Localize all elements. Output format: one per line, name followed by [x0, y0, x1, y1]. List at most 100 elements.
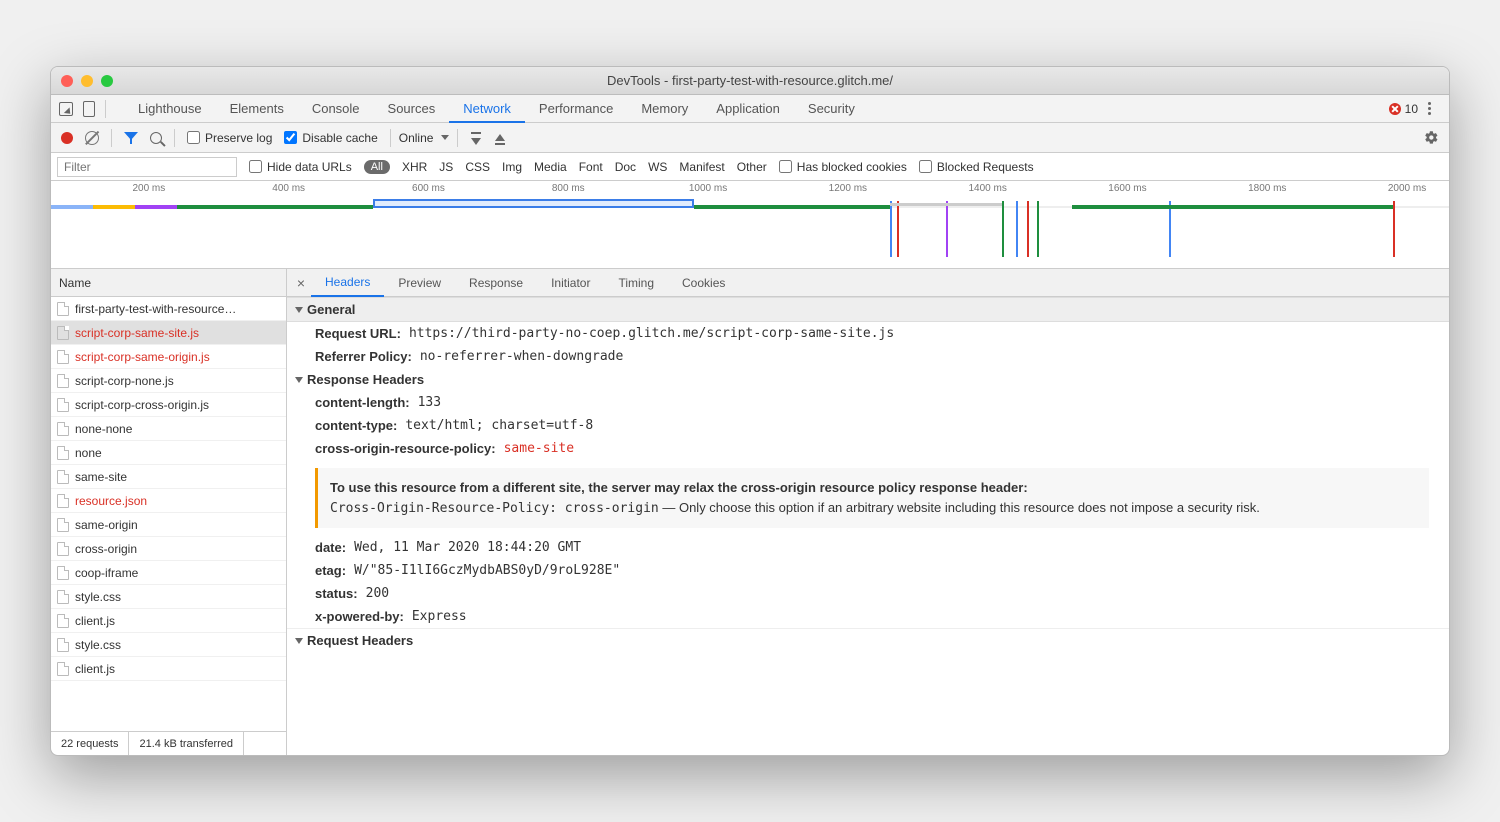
general-referrer-policy: Referrer Policy: no-referrer-when-downgr… [287, 345, 1449, 368]
file-icon [57, 470, 69, 484]
timeline-overview[interactable]: 200 ms 400 ms 600 ms 800 ms 1000 ms 1200… [51, 181, 1449, 269]
dtab-cookies[interactable]: Cookies [668, 269, 739, 296]
resp-content-type: content-type: text/html; charset=utf-8 [287, 414, 1449, 437]
request-row[interactable]: script-corp-same-origin.js [51, 345, 286, 369]
request-row-label: none-none [75, 422, 132, 436]
preserve-log-checkbox[interactable]: Preserve log [187, 131, 272, 145]
error-icon [1389, 103, 1401, 115]
search-icon[interactable] [150, 132, 162, 144]
close-window-button[interactable] [61, 75, 73, 87]
main-tabs: Lighthouse Elements Console Sources Netw… [51, 95, 1449, 123]
dtab-preview[interactable]: Preview [384, 269, 455, 296]
tab-elements[interactable]: Elements [216, 95, 298, 122]
request-list-header[interactable]: Name [51, 269, 286, 297]
request-row[interactable]: none-none [51, 417, 286, 441]
file-icon [57, 590, 69, 604]
filter-type-img[interactable]: Img [502, 160, 522, 174]
filter-type-other[interactable]: Other [737, 160, 767, 174]
request-row[interactable]: script-corp-none.js [51, 369, 286, 393]
throttle-value: Online [399, 131, 434, 145]
section-request-headers[interactable]: Request Headers [287, 628, 1449, 652]
filter-type-doc[interactable]: Doc [615, 160, 636, 174]
corp-notice-code: Cross-Origin-Resource-Policy: cross-orig… [330, 501, 659, 516]
filter-type-font[interactable]: Font [579, 160, 603, 174]
timeline-tick: 400 ms [272, 183, 305, 194]
filter-type-manifest[interactable]: Manifest [679, 160, 724, 174]
tab-network[interactable]: Network [449, 96, 525, 123]
tab-lighthouse[interactable]: Lighthouse [124, 95, 216, 122]
request-row[interactable]: coop-iframe [51, 561, 286, 585]
dtab-initiator[interactable]: Initiator [537, 269, 604, 296]
request-row[interactable]: same-origin [51, 513, 286, 537]
tab-console[interactable]: Console [298, 95, 374, 122]
timeline-selection[interactable] [373, 199, 695, 208]
tab-application[interactable]: Application [702, 95, 794, 122]
hide-data-urls-checkbox[interactable]: Hide data URLs [249, 160, 352, 174]
filter-type-ws[interactable]: WS [648, 160, 667, 174]
request-row[interactable]: client.js [51, 609, 286, 633]
tab-performance[interactable]: Performance [525, 95, 627, 122]
minimize-window-button[interactable] [81, 75, 93, 87]
has-blocked-cookies-checkbox[interactable]: Has blocked cookies [779, 160, 907, 174]
request-row[interactable]: client.js [51, 657, 286, 681]
file-icon [57, 326, 69, 340]
blocked-requests-checkbox[interactable]: Blocked Requests [919, 160, 1034, 174]
dtab-response[interactable]: Response [455, 269, 537, 296]
record-button[interactable] [61, 132, 73, 144]
timeline-tick: 1000 ms [689, 183, 727, 194]
request-rows: first-party-test-with-resource… script-co… [51, 297, 286, 731]
timeline-tick: 800 ms [552, 183, 585, 194]
filter-type-media[interactable]: Media [534, 160, 567, 174]
request-row[interactable]: style.css [51, 633, 286, 657]
filter-toggle-icon[interactable] [124, 132, 138, 144]
filter-type-css[interactable]: CSS [465, 160, 490, 174]
zoom-window-button[interactable] [101, 75, 113, 87]
request-row[interactable]: script-corp-cross-origin.js [51, 393, 286, 417]
request-row[interactable]: cross-origin [51, 537, 286, 561]
request-row-label: first-party-test-with-resource… [75, 302, 236, 316]
close-detail-button[interactable]: × [291, 275, 311, 291]
request-row[interactable]: none [51, 441, 286, 465]
device-toggle-icon[interactable] [83, 101, 95, 117]
throttle-select[interactable]: Online [390, 129, 459, 147]
file-icon [57, 422, 69, 436]
filter-type-js[interactable]: JS [439, 160, 453, 174]
resp-x-powered-by: x-powered-by: Express [287, 605, 1449, 628]
more-menu-icon[interactable] [1428, 107, 1431, 110]
disclosure-triangle-icon [295, 377, 303, 383]
file-icon [57, 398, 69, 412]
request-detail: × Headers Preview Response Initiator Tim… [287, 269, 1449, 755]
filter-bar: Hide data URLs All XHR JS CSS Img Media … [51, 153, 1449, 181]
network-toolbar: Preserve log Disable cache Online [51, 123, 1449, 153]
filter-type-xhr[interactable]: XHR [402, 160, 427, 174]
upload-har-icon[interactable] [470, 131, 482, 145]
request-list: Name first-party-test-with-resource… scri… [51, 269, 287, 755]
request-row-label: cross-origin [75, 542, 137, 556]
inspect-icon[interactable] [59, 102, 73, 116]
file-icon [57, 494, 69, 508]
file-icon [57, 518, 69, 532]
settings-icon[interactable] [1424, 130, 1439, 145]
tab-memory[interactable]: Memory [627, 95, 702, 122]
dtab-headers[interactable]: Headers [311, 270, 384, 297]
request-row[interactable]: script-corp-same-site.js [51, 321, 286, 345]
error-count-badge[interactable]: 10 [1389, 102, 1418, 116]
request-row[interactable]: style.css [51, 585, 286, 609]
dtab-timing[interactable]: Timing [604, 269, 668, 296]
tab-sources[interactable]: Sources [374, 95, 450, 122]
section-general[interactable]: General [287, 297, 1449, 322]
file-icon [57, 566, 69, 580]
filter-all-pill[interactable]: All [364, 160, 390, 174]
section-response-headers[interactable]: Response Headers [287, 368, 1449, 391]
tab-security[interactable]: Security [794, 95, 869, 122]
request-row-label: same-origin [75, 518, 138, 532]
request-row[interactable]: first-party-test-with-resource… [51, 297, 286, 321]
disable-cache-checkbox[interactable]: Disable cache [284, 131, 377, 145]
file-icon [57, 446, 69, 460]
general-request-url: Request URL: https://third-party-no-coep… [287, 322, 1449, 345]
download-har-icon[interactable] [494, 131, 506, 145]
clear-button[interactable] [85, 131, 99, 145]
filter-input[interactable] [57, 157, 237, 177]
request-row[interactable]: same-site [51, 465, 286, 489]
request-row[interactable]: resource.json [51, 489, 286, 513]
